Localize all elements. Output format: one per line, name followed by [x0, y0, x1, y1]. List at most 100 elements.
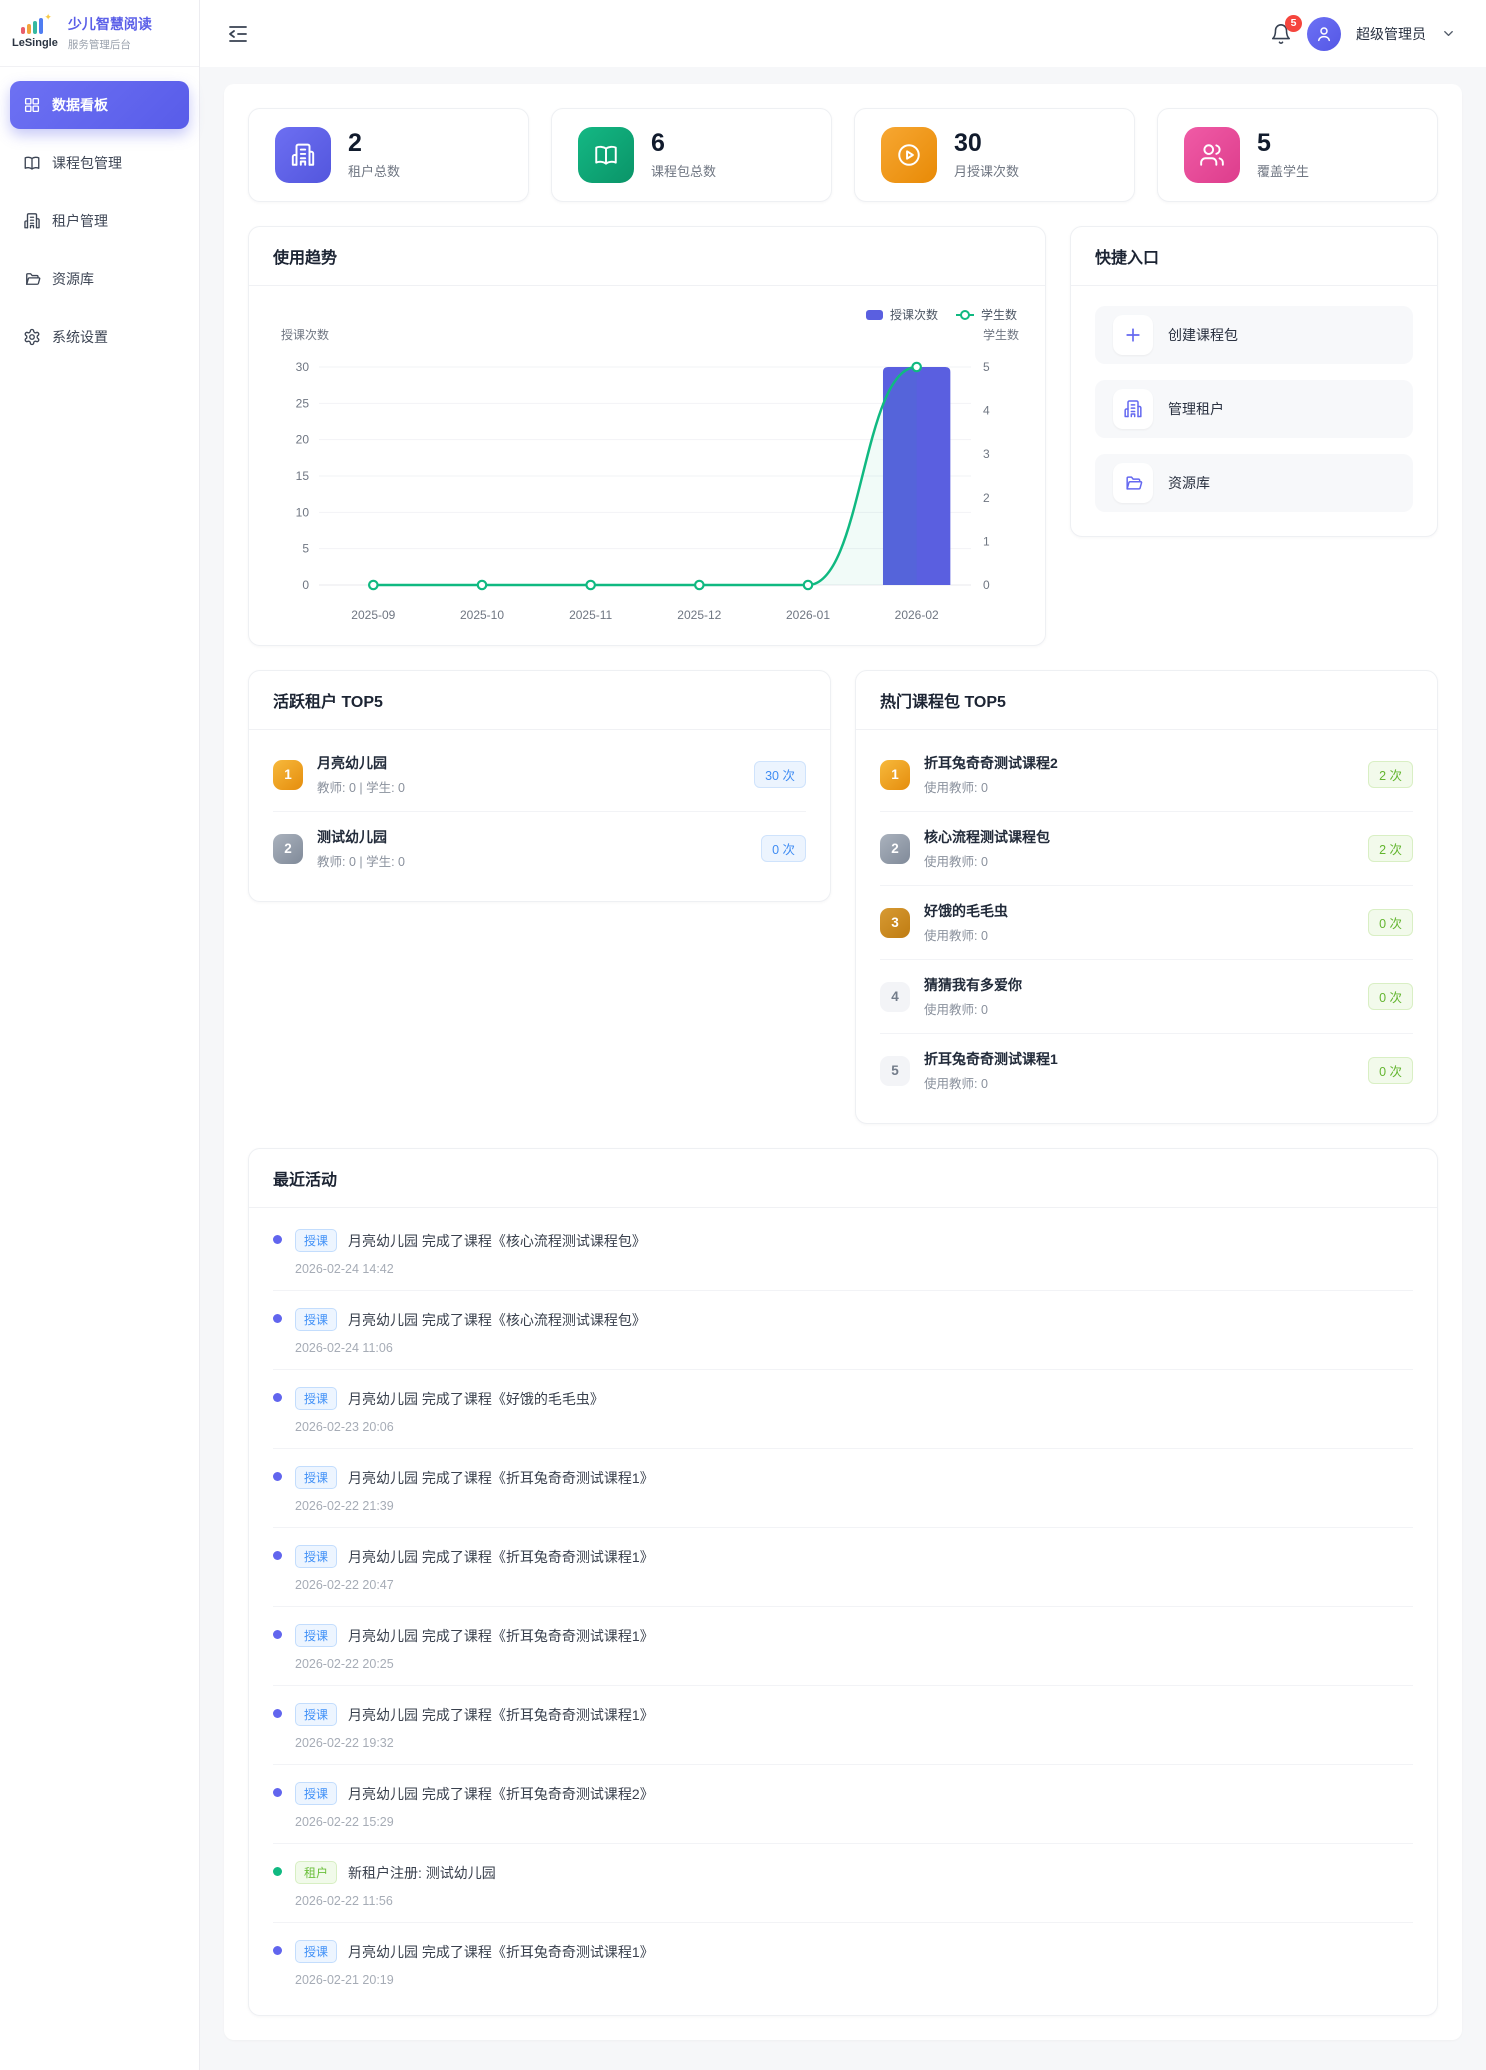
book-open-icon	[578, 127, 634, 183]
legend-item[interactable]: 学生数	[956, 306, 1017, 323]
course-meta: 使用教师: 0	[924, 999, 1354, 1018]
usage-trend-card: 使用趋势 授课次数 学生数 0510	[248, 226, 1046, 646]
activity-tag: 授课	[295, 1624, 337, 1647]
notification-bell-icon[interactable]: 5	[1270, 23, 1292, 45]
usage-trend-body: 授课次数 学生数 051015202530012345授课次数学生数2025-0…	[249, 286, 1045, 645]
brand-logo: ✦ LeSingle	[12, 17, 58, 49]
building-icon	[275, 127, 331, 183]
activity-dot	[273, 1946, 282, 1955]
sidebar-nav: 数据看板 课程包管理 租户管理 资源库 系统设置	[0, 67, 199, 375]
tenant-name: 月亮幼儿园	[317, 753, 740, 773]
quick-links-card: 快捷入口 创建课程包 管理租户 资源库	[1070, 226, 1438, 537]
course-rank-row: 3 好饿的毛毛虫 使用教师: 0 0 次	[880, 886, 1413, 960]
activity-timestamp: 2026-02-22 21:39	[295, 1499, 1413, 1513]
activity-dot	[273, 1788, 282, 1797]
activity-tag: 授课	[295, 1703, 337, 1726]
activity-tag: 授课	[295, 1387, 337, 1410]
stat-label: 覆盖学生	[1257, 161, 1309, 180]
user-menu-name[interactable]: 超级管理员	[1356, 24, 1426, 44]
stat-card: 2 租户总数	[248, 108, 529, 202]
rank-badge: 4	[880, 982, 910, 1012]
recent-activity-title: 最近活动	[249, 1149, 1437, 1208]
activity-row: 授课 月亮幼儿园 完成了课程《好饿的毛毛虫》 2026-02-23 20:06	[273, 1370, 1413, 1449]
recent-activity-card: 最近活动 授课 月亮幼儿园 完成了课程《核心流程测试课程包》 2026-02-2…	[248, 1148, 1438, 2016]
activity-dot	[273, 1314, 282, 1323]
svg-text:学生数: 学生数	[983, 327, 1019, 342]
quick-link[interactable]: 资源库	[1095, 454, 1413, 512]
course-meta: 使用教师: 0	[924, 1073, 1354, 1092]
activity-timestamp: 2026-02-22 19:32	[295, 1736, 1413, 1750]
svg-text:0: 0	[983, 578, 990, 592]
sidebar-item[interactable]: 资源库	[10, 255, 189, 303]
stat-value: 5	[1257, 130, 1309, 156]
activity-tag: 租户	[295, 1861, 337, 1884]
hot-courses-title: 热门课程包 TOP5	[856, 671, 1437, 730]
svg-text:4: 4	[983, 404, 990, 418]
course-name: 好饿的毛毛虫	[924, 901, 1354, 921]
folder-open-icon	[1113, 463, 1153, 503]
usage-count-pill: 0 次	[761, 835, 806, 862]
quick-link[interactable]: 创建课程包	[1095, 306, 1413, 364]
usage-count-pill: 2 次	[1368, 835, 1413, 862]
quick-link[interactable]: 管理租户	[1095, 380, 1413, 438]
activity-timestamp: 2026-02-21 20:19	[295, 1973, 1413, 1987]
svg-text:30: 30	[296, 360, 310, 374]
dashboard-icon	[23, 96, 41, 114]
activity-text: 新租户注册: 测试幼儿园	[348, 1863, 496, 1883]
legend-label: 学生数	[981, 306, 1017, 323]
stat-value: 6	[651, 130, 716, 156]
course-rank-row: 5 折耳兔奇奇测试课程1 使用教师: 0 0 次	[880, 1034, 1413, 1107]
quick-link-label: 资源库	[1168, 473, 1210, 493]
building-icon	[23, 212, 41, 230]
course-meta: 使用教师: 0	[924, 851, 1354, 870]
sidebar-item[interactable]: 系统设置	[10, 313, 189, 361]
brand-titles: 少儿智慧阅读 服务管理后台	[68, 14, 152, 52]
app-subtitle: 服务管理后台	[68, 37, 152, 52]
course-rank-row: 4 猜猜我有多爱你 使用教师: 0 0 次	[880, 960, 1413, 1034]
book-open-icon	[23, 154, 41, 172]
activity-row: 授课 月亮幼儿园 完成了课程《折耳兔奇奇测试课程1》 2026-02-22 20…	[273, 1528, 1413, 1607]
gear-icon	[23, 328, 41, 346]
sidebar-item-label: 租户管理	[52, 211, 108, 231]
activity-tag: 授课	[295, 1466, 337, 1489]
activity-dot	[273, 1867, 282, 1876]
sidebar: ✦ LeSingle 少儿智慧阅读 服务管理后台 数据看板 课程包管理 租户管理	[0, 0, 200, 2070]
activity-dot	[273, 1235, 282, 1244]
row-trend: 使用趋势 授课次数 学生数 0510	[248, 226, 1438, 646]
svg-text:3: 3	[983, 447, 990, 461]
quick-link-label: 管理租户	[1168, 399, 1224, 419]
svg-text:2026-02: 2026-02	[895, 608, 939, 622]
stat-value: 2	[348, 130, 400, 156]
page-content: 2 租户总数 6 课程包总数 30 月授课次数	[200, 67, 1486, 2070]
main-area: 5 超级管理员 2	[200, 0, 1486, 2070]
stats-row: 2 租户总数 6 课程包总数 30 月授课次数	[248, 108, 1438, 202]
svg-text:2: 2	[983, 491, 990, 505]
chevron-down-icon[interactable]	[1441, 26, 1456, 41]
usage-count-pill: 2 次	[1368, 761, 1413, 788]
activity-row: 授课 月亮幼儿园 完成了课程《折耳兔奇奇测试课程2》 2026-02-22 15…	[273, 1765, 1413, 1844]
legend-label: 授课次数	[890, 306, 938, 323]
sidebar-item[interactable]: 课程包管理	[10, 139, 189, 187]
sidebar-item[interactable]: 租户管理	[10, 197, 189, 245]
sidebar-item-label: 资源库	[52, 269, 94, 289]
sidebar-collapse-icon[interactable]	[226, 22, 250, 46]
activity-tag: 授课	[295, 1940, 337, 1963]
legend-item[interactable]: 授课次数	[866, 306, 938, 323]
tenant-rank-row: 2 测试幼儿园 教师: 0 | 学生: 0 0 次	[273, 812, 806, 885]
hot-courses-card: 热门课程包 TOP5 1 折耳兔奇奇测试课程2 使用教师: 0 2 次	[855, 670, 1438, 1124]
svg-text:授课次数: 授课次数	[281, 327, 329, 342]
course-name: 核心流程测试课程包	[924, 827, 1354, 847]
stat-card: 5 覆盖学生	[1157, 108, 1438, 202]
course-meta: 使用教师: 0	[924, 777, 1354, 796]
avatar[interactable]	[1307, 17, 1341, 51]
users-icon	[1184, 127, 1240, 183]
usage-count-pill: 0 次	[1368, 909, 1413, 936]
sidebar-item-label: 数据看板	[52, 95, 108, 115]
hot-courses-list: 1 折耳兔奇奇测试课程2 使用教师: 0 2 次 2 核心流程测试课程包	[856, 730, 1437, 1123]
sidebar-item[interactable]: 数据看板	[10, 81, 189, 129]
active-tenants-title: 活跃租户 TOP5	[249, 671, 830, 730]
stat-card: 6 课程包总数	[551, 108, 832, 202]
activity-text: 月亮幼儿园 完成了课程《好饿的毛毛虫》	[348, 1389, 604, 1409]
play-circle-icon	[881, 127, 937, 183]
activity-timestamp: 2026-02-22 20:47	[295, 1578, 1413, 1592]
